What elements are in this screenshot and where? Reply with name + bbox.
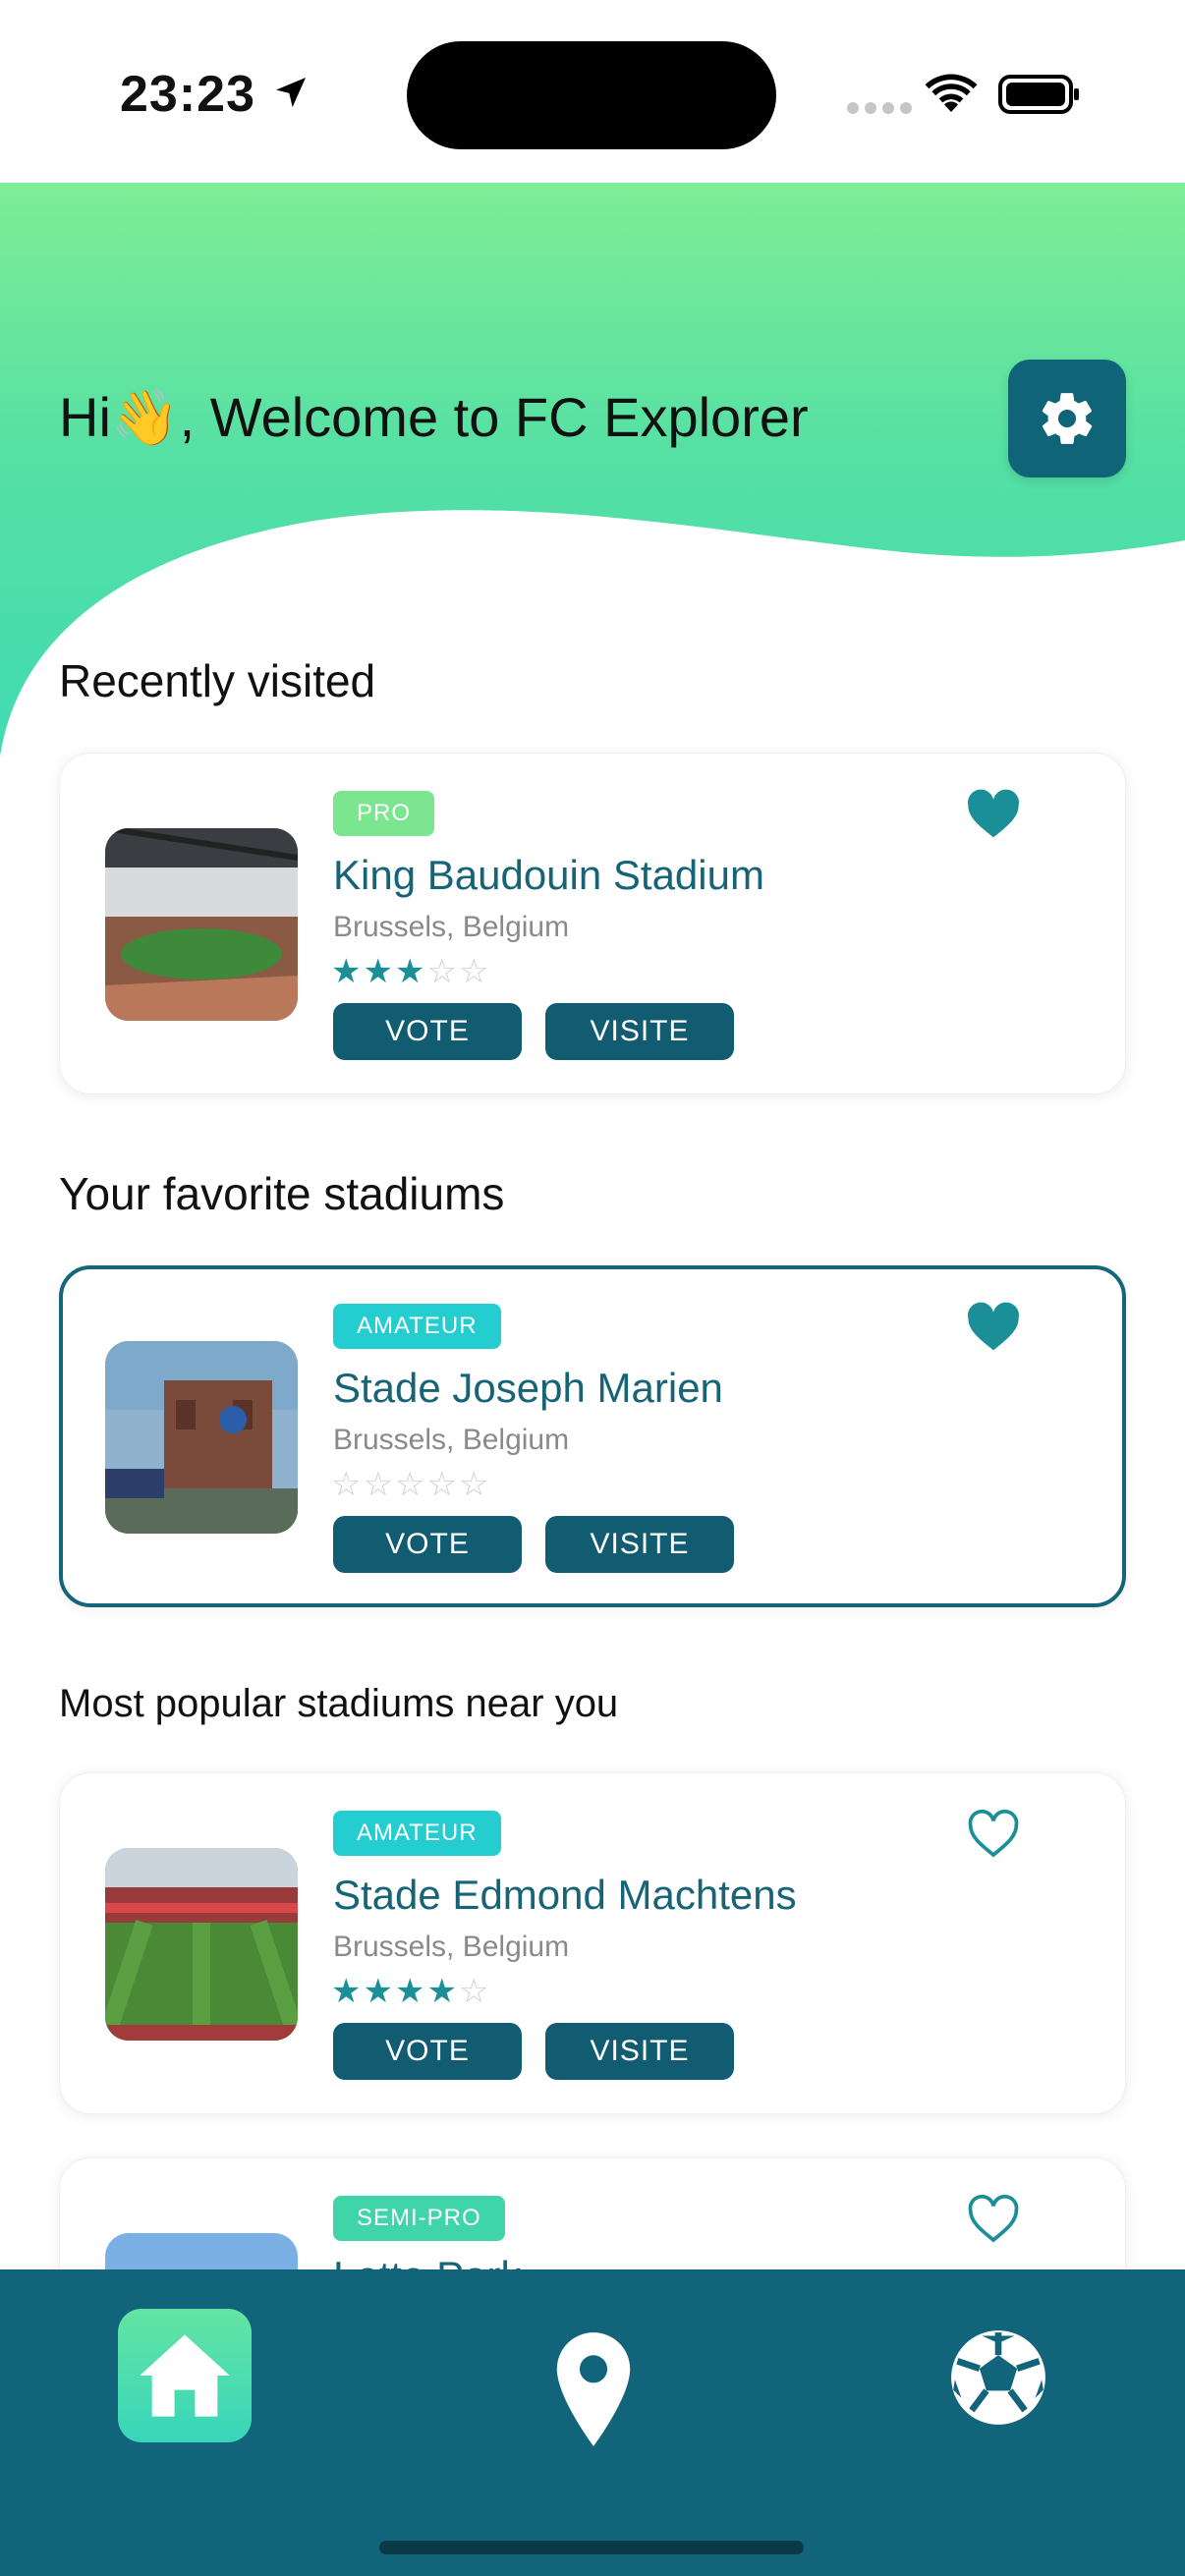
star-filled-icon[interactable]: ★ — [331, 953, 363, 990]
star-empty-icon[interactable]: ☆ — [459, 1466, 490, 1503]
battery-icon — [998, 75, 1079, 114]
star-empty-icon[interactable]: ☆ — [395, 1466, 426, 1503]
status-bar: 23:23 — [0, 0, 1185, 183]
visite-button[interactable]: VISITE — [545, 1516, 734, 1573]
star-rating[interactable]: ★★★★☆ — [331, 1972, 490, 2011]
visite-button[interactable]: VISITE — [545, 2023, 734, 2080]
stadium-photo — [105, 1848, 298, 2041]
star-filled-icon[interactable]: ★ — [426, 1973, 458, 2010]
star-empty-icon[interactable]: ☆ — [459, 953, 490, 990]
star-empty-icon[interactable]: ☆ — [459, 1973, 490, 2010]
level-badge: AMATEUR — [333, 1811, 501, 1856]
stadium-name: Stade Edmond Machtens — [333, 1872, 797, 1918]
vote-button[interactable]: VOTE — [333, 1516, 522, 1573]
wifi-icon — [925, 74, 978, 112]
heart-filled-icon[interactable] — [966, 789, 1021, 840]
stadium-photo — [105, 1341, 298, 1534]
stadium-location: Brussels, Belgium — [333, 1424, 570, 1456]
stadium-card-selected[interactable]: AMATEUR Stade Joseph Marien Brussels, Be… — [59, 1265, 1126, 1607]
stadium-card[interactable]: PRO King Baudouin Stadium Brussels, Belg… — [59, 753, 1126, 1094]
stadium-location: Brussels, Belgium — [333, 1931, 570, 1963]
gear-icon — [1042, 393, 1093, 444]
settings-button[interactable] — [1008, 360, 1126, 477]
welcome-greeting: Hi👋, Welcome to FC Explorer — [59, 386, 809, 448]
section-title-recent: Recently visited — [59, 655, 376, 706]
star-filled-icon[interactable]: ★ — [331, 1973, 363, 2010]
star-empty-icon[interactable]: ☆ — [331, 1466, 363, 1503]
home-icon — [140, 2334, 230, 2417]
star-empty-icon[interactable]: ☆ — [363, 1466, 394, 1503]
heart-outline-icon[interactable] — [966, 2194, 1021, 2245]
vote-button[interactable]: VOTE — [333, 2023, 522, 2080]
level-badge: PRO — [333, 791, 435, 836]
star-filled-icon[interactable]: ★ — [395, 953, 426, 990]
map-pin-icon[interactable] — [552, 2328, 635, 2450]
tab-home[interactable] — [118, 2309, 252, 2442]
section-title-popular: Most popular stadiums near you — [59, 1682, 619, 1725]
level-badge: SEMI-PRO — [333, 2196, 505, 2241]
soccer-ball-icon[interactable] — [949, 2328, 1047, 2427]
dynamic-island — [407, 41, 776, 149]
stadium-photo — [105, 828, 298, 1021]
star-empty-icon[interactable]: ☆ — [426, 1466, 458, 1503]
cellular-signal-icon — [847, 102, 912, 114]
star-rating[interactable]: ☆☆☆☆☆ — [331, 1465, 490, 1504]
stadium-name: King Baudouin Stadium — [333, 852, 764, 898]
stadium-location: Brussels, Belgium — [333, 911, 570, 943]
bottom-tab-bar — [0, 2269, 1185, 2576]
stadium-name: Stade Joseph Marien — [333, 1365, 723, 1411]
vote-button[interactable]: VOTE — [333, 1003, 522, 1060]
star-filled-icon[interactable]: ★ — [395, 1973, 426, 2010]
visite-button[interactable]: VISITE — [545, 1003, 734, 1060]
star-filled-icon[interactable]: ★ — [363, 953, 394, 990]
star-empty-icon[interactable]: ☆ — [426, 953, 458, 990]
heart-outline-icon[interactable] — [966, 1809, 1021, 1860]
section-title-favorites: Your favorite stadiums — [59, 1168, 505, 1219]
status-time: 23:23 — [120, 66, 255, 123]
star-rating[interactable]: ★★★☆☆ — [331, 952, 490, 991]
home-indicator — [379, 2541, 804, 2554]
level-badge: AMATEUR — [333, 1304, 501, 1349]
star-filled-icon[interactable]: ★ — [363, 1973, 394, 2010]
heart-filled-icon[interactable] — [966, 1302, 1021, 1353]
stadium-card[interactable]: AMATEUR Stade Edmond Machtens Brussels, … — [59, 1772, 1126, 2114]
location-arrow-icon — [276, 78, 306, 107]
